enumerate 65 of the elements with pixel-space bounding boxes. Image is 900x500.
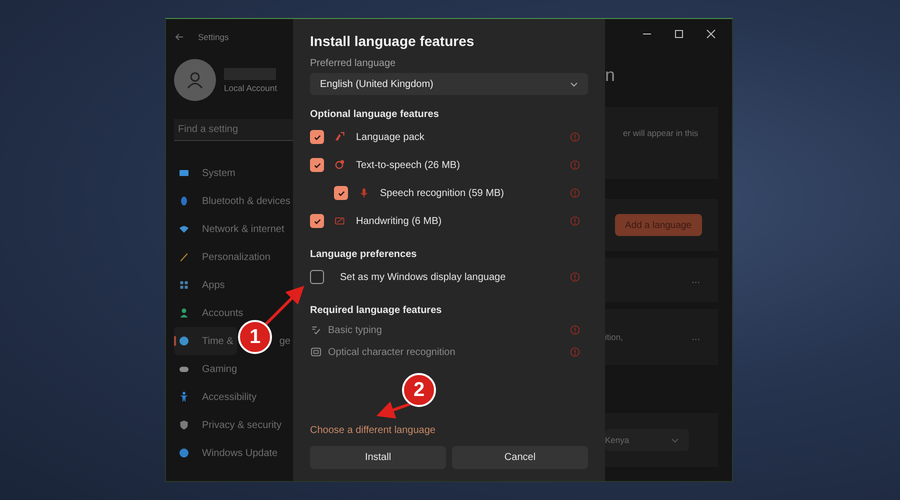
- checkmark-icon: [336, 188, 346, 198]
- info-icon: [570, 188, 580, 198]
- sidebar-item[interactable]: Privacy & security: [174, 411, 293, 439]
- more-options-button[interactable]: ...: [692, 274, 700, 286]
- search-field[interactable]: Find a setting: [174, 119, 293, 141]
- sidebar-item[interactable]: Windows Update: [174, 439, 293, 467]
- checkmark-icon: [312, 132, 322, 142]
- add-language-button[interactable]: Add a language: [615, 214, 702, 236]
- section-heading: Required language features: [310, 305, 443, 316]
- account-type: Local Account: [224, 82, 277, 92]
- chevron-icon: [570, 80, 578, 88]
- annotation-arrow: [376, 402, 410, 418]
- sidebar-item[interactable]: Accessibility: [174, 383, 293, 411]
- more-options-button[interactable]: ...: [692, 332, 700, 342]
- microphone-icon: [358, 187, 370, 199]
- sidebar-item[interactable]: Gaming: [174, 355, 293, 383]
- feature-label: Optical character recognition: [328, 346, 456, 358]
- feature-label: Text-to-speech (26 MB): [356, 160, 461, 170]
- annotation-arrow: [264, 286, 304, 326]
- window-title: Settings: [198, 32, 229, 42]
- chevron-icon: [671, 436, 679, 444]
- sidebar-item[interactable]: System: [174, 159, 293, 187]
- typing-check-icon: [310, 324, 322, 336]
- card-text: er will appear in this: [623, 128, 698, 138]
- feature-label: Basic typing: [328, 324, 383, 336]
- back-arrow-icon[interactable]: [174, 32, 184, 42]
- field-label: Preferred language: [310, 58, 397, 69]
- info-icon: [570, 132, 580, 142]
- info-icon: [570, 272, 580, 282]
- close-icon[interactable]: [706, 29, 716, 39]
- scan-icon: [310, 346, 322, 358]
- checkbox[interactable]: [334, 186, 348, 200]
- checkbox[interactable]: [310, 130, 324, 144]
- sidebar-item[interactable]: Personalization: [174, 243, 293, 271]
- cancel-button[interactable]: Cancel: [452, 446, 588, 469]
- preference-label: Set as my Windows display language: [340, 272, 507, 282]
- section-heading: Language preferences: [310, 249, 418, 260]
- dialog-title: Install language features: [310, 33, 476, 49]
- section-heading: Optional language features: [310, 109, 440, 120]
- sidebar-item[interactable]: Network & internet: [174, 215, 293, 243]
- handwriting-icon: [334, 215, 346, 227]
- language-dropdown[interactable]: English (United Kingdom): [310, 73, 588, 95]
- sidebar-item[interactable]: Apps: [174, 271, 293, 299]
- feature-label: Language pack: [356, 132, 426, 142]
- info-icon: [570, 347, 580, 357]
- card-text: ition,: [605, 332, 623, 342]
- page-heading: n: [605, 65, 616, 87]
- info-icon: [570, 160, 580, 170]
- feature-label: Speech recognition (59 MB): [380, 188, 505, 198]
- checkmark-icon: [312, 160, 322, 170]
- install-button[interactable]: Install: [310, 446, 446, 469]
- avatar: [174, 59, 216, 101]
- info-icon: [570, 325, 580, 335]
- sidebar-item[interactable]: Bluetooth & devices: [174, 187, 293, 215]
- checkbox[interactable]: [310, 270, 324, 284]
- checkbox[interactable]: [310, 158, 324, 172]
- feature-label: Handwriting (6 MB): [356, 216, 443, 226]
- info-icon: [570, 216, 580, 226]
- region-dropdown[interactable]: Kenya: [605, 429, 689, 451]
- sidebar-item[interactable]: Time &: [174, 327, 238, 355]
- link[interactable]: Choose a different language: [310, 425, 436, 436]
- checkmark-icon: [312, 216, 322, 226]
- sidebar-item-text: ge: [279, 336, 290, 346]
- checkbox[interactable]: [310, 214, 324, 228]
- maximize-icon[interactable]: [674, 29, 684, 39]
